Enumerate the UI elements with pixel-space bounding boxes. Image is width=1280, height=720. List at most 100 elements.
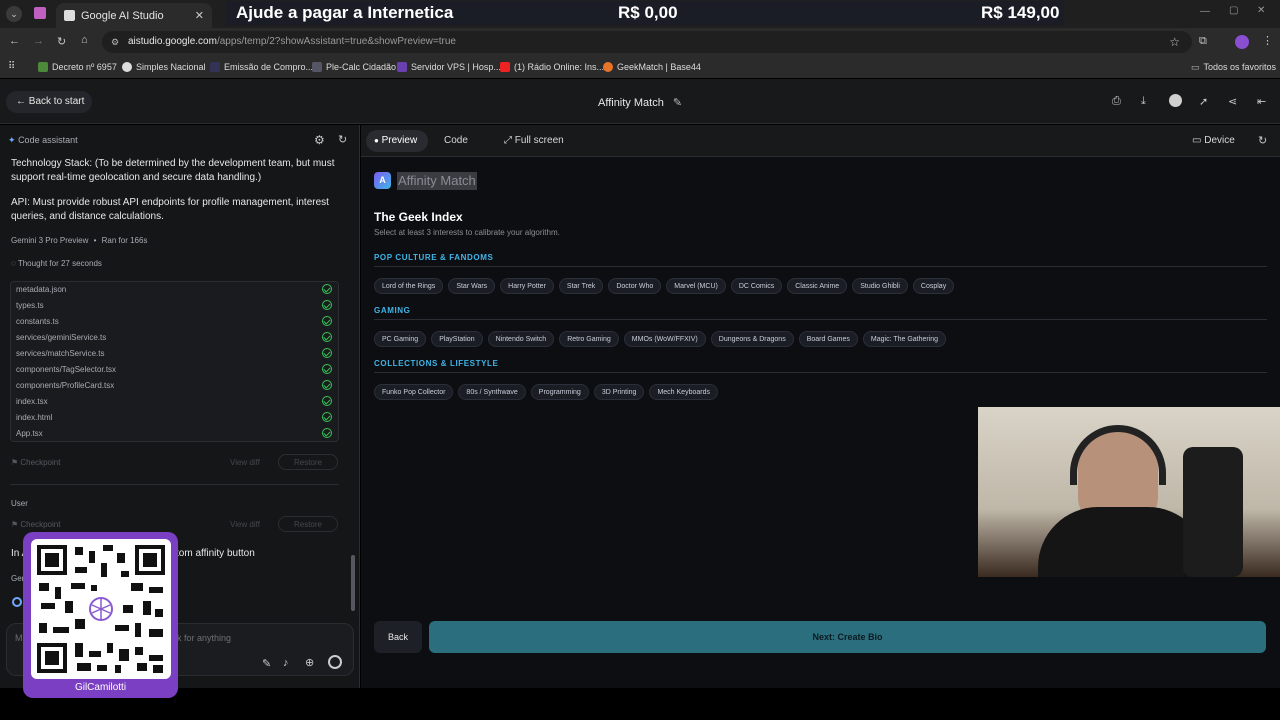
checkpoint-flag-icon: ⚑ [11,520,19,529]
tag-chip[interactable]: Mech Keyboards [649,384,718,400]
forward-arrow-icon[interactable]: → [33,35,44,47]
checkpoint-2: ⚑ Checkpoint [11,520,60,529]
tag-chip[interactable]: Dungeons & Dragons [710,331,794,347]
stop-button[interactable] [328,655,342,669]
tag-chip[interactable]: Star Wars [448,278,496,294]
bookmark-6[interactable]: GeekMatch | Base44 [603,56,701,78]
tag-chip[interactable]: PC Gaming [374,331,427,347]
qr-code-overlay: GilCamilotti [23,532,178,698]
close-window-icon[interactable]: ✕ [1257,5,1265,16]
maximize-icon[interactable]: ▢ [1229,5,1238,16]
bookmark-3[interactable]: Ple-Calc Cidadão [312,56,396,78]
tab-code[interactable]: Code [444,135,468,146]
tag-chip[interactable]: DC Comics [730,278,783,294]
toggle-panel-icon[interactable]: ⇤ [1257,95,1266,108]
settings-gear-icon[interactable]: ⚙ [314,133,325,147]
tag-chip[interactable]: PlayStation [431,331,483,347]
user-label: User [11,499,28,508]
reload-preview-icon[interactable]: ↻ [1258,134,1267,147]
all-bookmarks[interactable]: ▭ Todos os favoritos [1191,56,1276,78]
checkpoint-flag-icon: ⚑ [11,458,19,467]
file-name: App.tsx [16,429,43,438]
tab-google-ai-studio[interactable]: Google AI Studio ✕ [56,3,212,28]
browser-tab-bar: ⌄ Google AI Studio ✕ Ajude a pagar a Int… [0,0,1280,28]
bookmark-1[interactable]: Simples Nacional [122,56,206,78]
bookmark-favicon [603,62,613,72]
device-button[interactable]: ▭ Device [1192,135,1235,146]
tag-chip[interactable]: Star Trek [558,278,604,294]
bookmark-label: Servidor VPS | Hosp... [411,62,501,72]
minimize-icon[interactable]: — [1200,6,1210,17]
download-icon[interactable]: ⤓ [1141,95,1146,108]
assistant-title: Code assistant [18,135,78,145]
tag-chip[interactable]: Funko Pop Collector [374,384,454,400]
home-icon[interactable]: ⌂ [81,34,88,46]
check-circle-icon [322,396,332,406]
refresh-icon[interactable]: ↻ [338,133,347,146]
next-create-bio-button[interactable]: Next: Create Bio [429,621,1266,653]
bookmark-4[interactable]: Servidor VPS | Hosp... [397,56,501,78]
back-to-start-button[interactable]: ← Back to start [6,91,92,113]
thought-toggle[interactable]: ◌ Thought for 27 seconds [11,259,102,268]
tag-chip[interactable]: Nintendo Switch [487,331,555,347]
app-logo: A [374,172,391,189]
edit-pencil-icon[interactable]: ✎ [673,97,682,109]
restore-button[interactable]: Restore [278,454,338,470]
view-diff-button[interactable]: View diff [230,458,260,467]
close-tab-icon[interactable]: ✕ [195,9,204,22]
tag-chip[interactable]: Board Games [798,331,858,347]
extension-tab-icon[interactable] [34,7,46,19]
next-button-label: Next: Create Bio [812,632,883,642]
magic-wand-icon[interactable]: ✎ [262,657,271,670]
tag-chip[interactable]: Doctor Who [608,278,662,294]
tag-chip[interactable]: 80s / Synthwave [458,384,526,400]
tag-chip[interactable]: Marvel (MCU) [666,278,726,294]
back-button-label: Back [387,632,408,642]
share-icon[interactable]: ⋖ [1228,95,1237,108]
extensions-icon[interactable]: ⧉ [1199,35,1207,48]
tag-chip[interactable]: MMOs (WoW/FFXIV) [623,331,706,347]
profile-avatar[interactable] [1235,35,1249,49]
restore-button[interactable]: Restore [278,516,338,532]
preview-toolbar: ● Preview Code ⤢ Full screen ▭ Device ↻ [361,125,1280,157]
add-attachment-icon[interactable]: ⊕ [305,656,314,669]
tag-chip[interactable]: 3D Printing [593,384,645,400]
site-info-icon[interactable]: ⚙ [111,31,119,53]
check-circle-icon [322,412,332,422]
tag-chip[interactable]: Classic Anime [787,278,848,294]
tag-chip[interactable]: Magic: The Gathering [862,331,947,347]
reload-icon[interactable]: ↻ [57,35,66,48]
checkpoint-label: Checkpoint [20,458,61,467]
tag-chip[interactable]: Programming [530,384,589,400]
view-diff-button[interactable]: View diff [230,520,260,529]
back-arrow-icon[interactable]: ← [9,35,20,47]
scrollbar[interactable] [351,555,355,611]
menu-icon[interactable]: ⋮ [1262,34,1273,47]
bookmark-5[interactable]: (1) Rádio Online: Ins... [500,56,604,78]
tag-chip[interactable]: Retro Gaming [559,331,619,347]
save-drive-icon[interactable]: ⎙ [1112,95,1121,108]
apps-grid-icon[interactable]: ⠿ [8,61,15,72]
device-label: Device [1204,135,1235,146]
check-circle-icon [322,316,332,326]
back-button[interactable]: Back [374,621,422,653]
microphone-icon[interactable]: ♪ [283,657,289,669]
restore-label: Restore [293,458,322,467]
ai-studio-favicon [64,10,75,21]
tag-chip[interactable]: Harry Potter [500,278,554,294]
tab-preview[interactable]: ● Preview [366,130,428,152]
tab-fullscreen[interactable]: ⤢ Full screen [504,135,564,146]
expand-icon: ⤢ [504,135,512,146]
bookmark-2[interactable]: Emissão de Compro... [210,56,313,78]
bookmark-star-icon[interactable]: ☆ [1169,31,1180,53]
address-bar[interactable]: ⚙ aistudio.google.com/apps/temp/2?showAs… [102,31,1192,53]
bookmark-0[interactable]: Decreto nº 6957 [38,56,117,78]
tag-chip[interactable]: Lord of the Rings [374,278,444,294]
assistant-header: ✦ Code assistant [8,135,78,146]
tab-list-chevron-icon[interactable]: ⌄ [6,6,22,22]
tag-chip[interactable]: Studio Ghibli [852,278,908,294]
github-icon[interactable] [1169,94,1182,107]
deploy-rocket-icon[interactable]: ➚ [1199,95,1208,108]
bookmark-label: (1) Rádio Online: Ins... [514,62,605,72]
tag-chip[interactable]: Cosplay [912,278,955,294]
